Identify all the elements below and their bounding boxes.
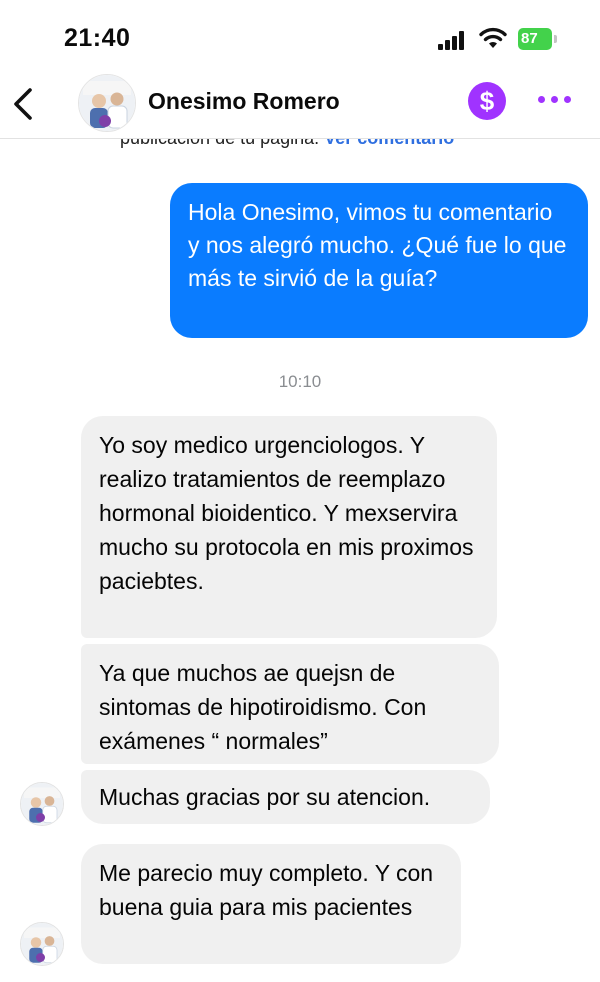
- outgoing-message[interactable]: Hola Onesimo, vimos tu comentario y nos …: [170, 183, 588, 338]
- chevron-left-icon[interactable]: [10, 86, 38, 122]
- dollar-icon[interactable]: $: [468, 82, 506, 120]
- avatar[interactable]: [78, 74, 136, 132]
- signal-icon: [438, 30, 466, 50]
- battery-level: 87: [518, 28, 552, 50]
- header-divider: [0, 138, 600, 139]
- status-bar: 21:40 87: [0, 0, 600, 80]
- more-dots-icon[interactable]: [538, 96, 572, 106]
- status-time: 21:40: [64, 24, 131, 52]
- avatar[interactable]: [20, 922, 64, 966]
- view-comment-link[interactable]: Ver comentario: [324, 139, 454, 148]
- incoming-message[interactable]: Yo soy medico urgenciologos. Y realizo t…: [81, 416, 497, 638]
- wifi-icon: [479, 27, 507, 48]
- chat-header: Onesimo Romero $: [0, 70, 600, 138]
- contact-name[interactable]: Onesimo Romero: [148, 88, 340, 115]
- context-text: publicacion de tu pagina.: [120, 139, 319, 148]
- timestamp: 10:10: [278, 372, 322, 391]
- incoming-message[interactable]: Muchas gracias por su atencion.: [81, 770, 490, 824]
- incoming-message[interactable]: Ya que muchos ae quejsn de sintomas de h…: [81, 644, 499, 764]
- battery-icon: 87: [518, 28, 558, 50]
- incoming-message[interactable]: Me parecio muy completo. Y con buena gui…: [81, 844, 461, 964]
- avatar[interactable]: [20, 782, 64, 826]
- context-line: publicacion de tu pagina. Ver comentario: [0, 139, 600, 153]
